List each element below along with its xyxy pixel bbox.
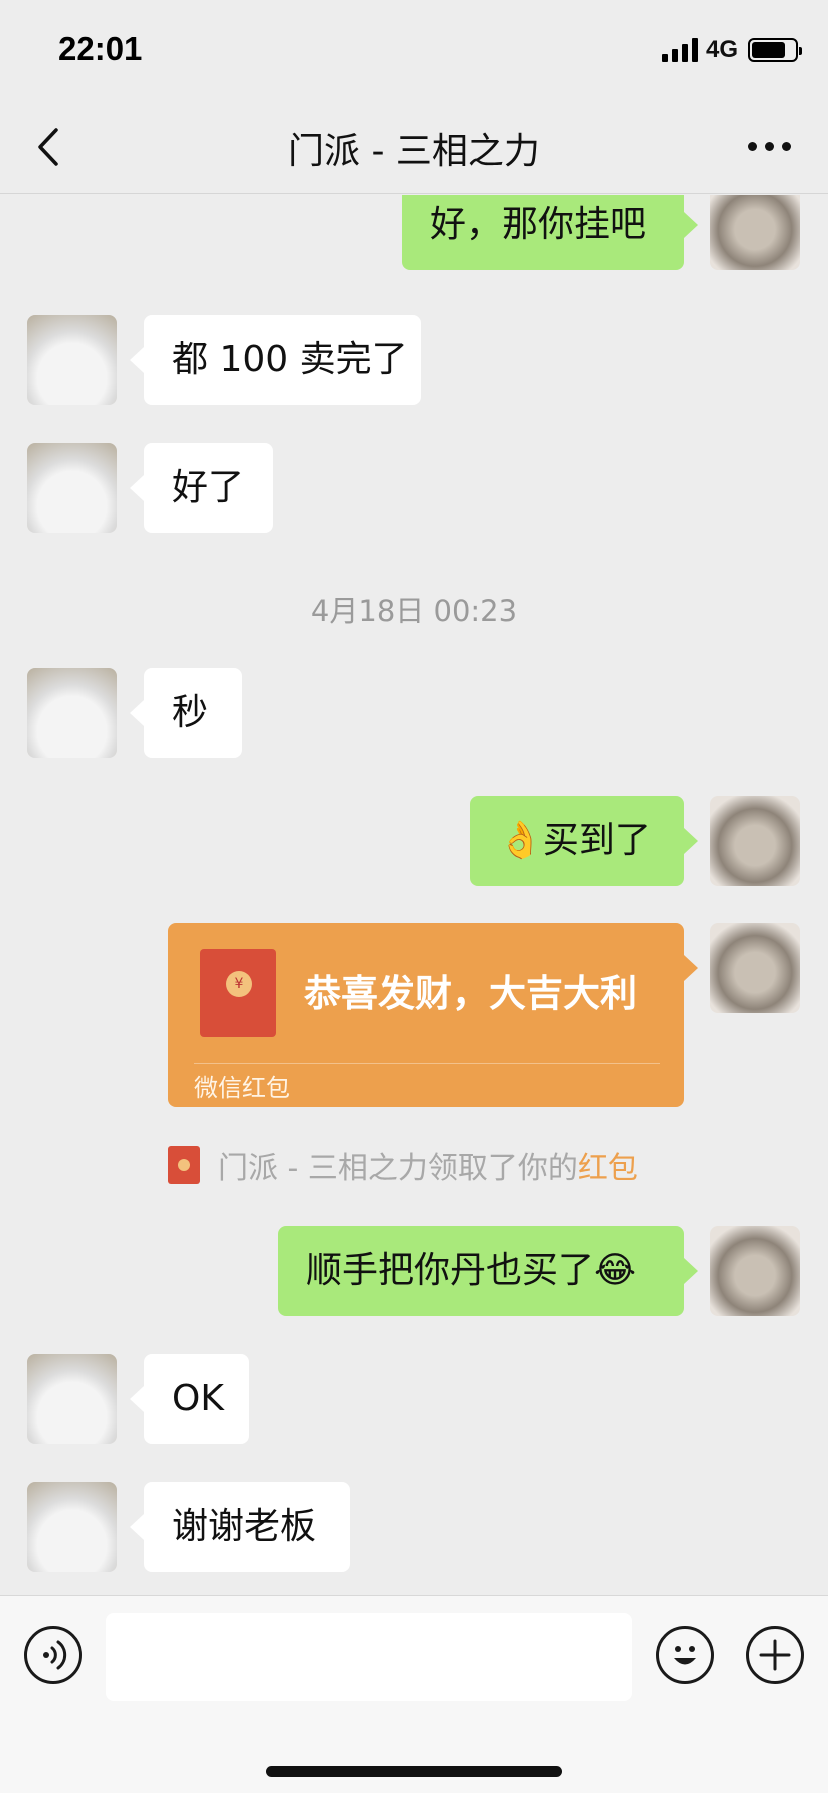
- message-text: 好了: [172, 467, 245, 508]
- avatar[interactable]: [27, 668, 117, 758]
- red-packet-divider: [194, 1063, 660, 1064]
- network-label: 4G: [705, 36, 738, 63]
- status-indicators: 4G: [661, 36, 802, 64]
- more-icon[interactable]: [748, 126, 798, 166]
- chat-title: 门派 - 三相之力: [288, 131, 540, 172]
- message-text: 顺手把你丹也买了: [306, 1250, 595, 1291]
- avatar[interactable]: [27, 443, 117, 533]
- input-bar: [0, 1595, 828, 1793]
- red-packet-icon: [168, 1146, 200, 1184]
- avatar[interactable]: [710, 195, 800, 270]
- emoji-icon[interactable]: [656, 1626, 714, 1684]
- message-bubble[interactable]: 谢谢老板: [130, 1482, 350, 1572]
- signal-icon: [661, 38, 698, 62]
- message-list: 好，那你挂吧 都 100 卖完了 好了 4月18日 00:23 秒 👌买到了 ¥…: [0, 195, 828, 1595]
- message-text: 秒: [172, 692, 209, 733]
- message-text: OK: [172, 1378, 224, 1419]
- chat-header: 门派 - 三相之力: [0, 100, 828, 194]
- avatar[interactable]: [27, 1354, 117, 1444]
- avatar[interactable]: [27, 1482, 117, 1572]
- timestamp: 4月18日 00:23: [310, 594, 518, 628]
- message-bubble[interactable]: 好了: [130, 443, 273, 533]
- laughing-emoji: 😂: [594, 1250, 637, 1291]
- message-text: 买到了: [542, 820, 651, 861]
- message-text: 谢谢老板: [172, 1506, 317, 1547]
- system-message: 门派 - 三相之力领取了你的 红包: [168, 1140, 638, 1190]
- message-bubble[interactable]: 好，那你挂吧: [402, 195, 698, 270]
- avatar[interactable]: [710, 923, 800, 1013]
- message-input[interactable]: [106, 1613, 632, 1701]
- red-packet-title: 恭喜发财，大吉大利: [304, 972, 637, 1015]
- avatar[interactable]: [710, 1226, 800, 1316]
- avatar[interactable]: [27, 315, 117, 405]
- battery-icon: [748, 38, 802, 62]
- red-packet-label: 微信红包: [194, 1074, 290, 1102]
- home-indicator: [266, 1766, 562, 1777]
- red-packet-link[interactable]: 红包: [578, 1143, 638, 1187]
- message-bubble[interactable]: 👌买到了: [470, 796, 698, 886]
- ok-hand-emoji: 👌: [498, 820, 543, 861]
- avatar[interactable]: [710, 796, 800, 886]
- message-bubble[interactable]: 都 100 卖完了: [130, 315, 421, 405]
- message-text: 好，那你挂吧: [430, 204, 647, 245]
- status-bar: 22:01 4G: [0, 0, 828, 100]
- status-time: 22:01: [58, 30, 143, 67]
- plus-icon[interactable]: [746, 1626, 804, 1684]
- red-packet-message[interactable]: ¥ 恭喜发财，大吉大利 微信红包: [168, 923, 698, 1107]
- message-bubble[interactable]: 秒: [130, 668, 242, 758]
- message-text: 都 100 卖完了: [172, 339, 408, 380]
- red-envelope-icon: ¥: [200, 949, 276, 1037]
- yuan-seal-icon: ¥: [226, 971, 252, 997]
- message-bubble[interactable]: OK: [130, 1354, 249, 1444]
- message-bubble[interactable]: 顺手把你丹也买了😂: [278, 1226, 698, 1316]
- voice-icon[interactable]: [24, 1626, 82, 1684]
- system-message-text: 门派 - 三相之力领取了你的: [218, 1151, 578, 1186]
